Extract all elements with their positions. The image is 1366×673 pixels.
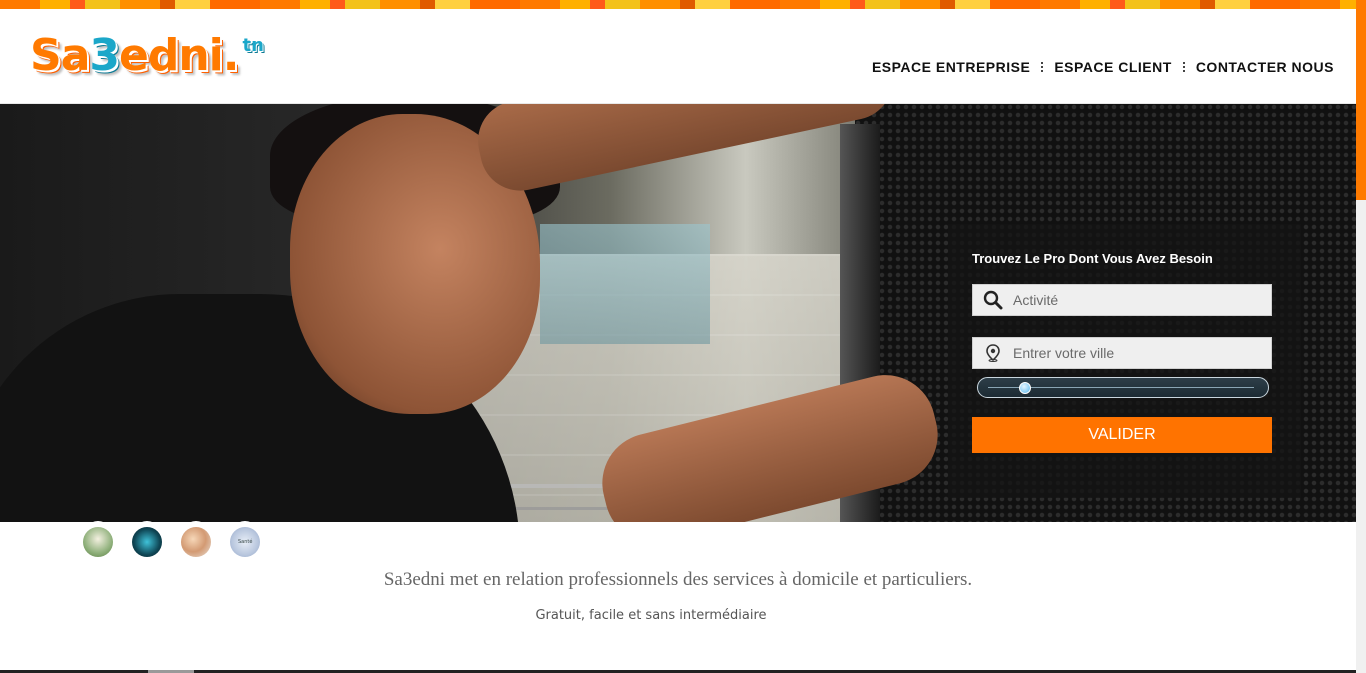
hero-bg-box [540, 224, 710, 344]
category-thumb-image [132, 527, 162, 557]
nav-espace-entreprise[interactable]: ESPACE ENTREPRISE [872, 59, 1030, 75]
logo-part-3: edni. [119, 30, 239, 81]
category-thumb-3[interactable] [180, 521, 212, 557]
category-thumb-image [181, 527, 211, 557]
category-thumb-label: Santé [238, 539, 253, 545]
page-scrollbar[interactable] [1356, 0, 1366, 673]
category-thumb-image [83, 527, 113, 557]
slider-handle[interactable] [1018, 382, 1031, 394]
activity-input[interactable] [1013, 292, 1263, 308]
nav-contacter-nous[interactable]: CONTACTER NOUS [1196, 59, 1334, 75]
hero-person-arm-upper [470, 104, 901, 199]
site-logo[interactable]: Sa3edni. tn [30, 31, 264, 86]
category-thumb-1[interactable] [82, 521, 114, 557]
category-thumb-2[interactable] [131, 521, 163, 557]
category-thumbnails: Santé [82, 521, 278, 557]
logo-part-2: 3 [89, 30, 120, 81]
nav-separator [1041, 62, 1044, 72]
search-panel-title: Trouvez Le Pro Dont Vous Avez Besoin [972, 251, 1213, 266]
logo-wordmark: Sa3edni. [30, 30, 239, 81]
search-icon [973, 285, 1013, 315]
logo-tld: tn [242, 35, 264, 56]
city-field[interactable] [972, 337, 1272, 369]
location-pin-icon [973, 338, 1013, 368]
top-decorative-stripe [0, 0, 1356, 9]
main-nav: ESPACE ENTREPRISE ESPACE CLIENT CONTACTE… [872, 59, 1334, 75]
radius-slider[interactable] [977, 377, 1269, 398]
nav-espace-client[interactable]: ESPACE CLIENT [1054, 59, 1171, 75]
nav-separator [1182, 62, 1185, 72]
logo-part-1: Sa [30, 30, 90, 81]
category-thumb-4[interactable]: Santé [229, 521, 261, 557]
scrollbar-thumb[interactable] [1356, 0, 1366, 200]
city-input[interactable] [1013, 345, 1263, 361]
search-panel: Trouvez Le Pro Dont Vous Avez Besoin VAL… [948, 224, 1301, 498]
tagline: Sa3edni met en relation professionnels d… [383, 569, 973, 590]
site-header: Sa3edni. tn ESPACE ENTREPRISE ESPACE CLI… [0, 9, 1356, 104]
activity-field[interactable] [972, 284, 1272, 316]
valider-button[interactable]: VALIDER [972, 417, 1272, 453]
subline: Gratuit, facile et sans intermédiaire [535, 608, 767, 623]
